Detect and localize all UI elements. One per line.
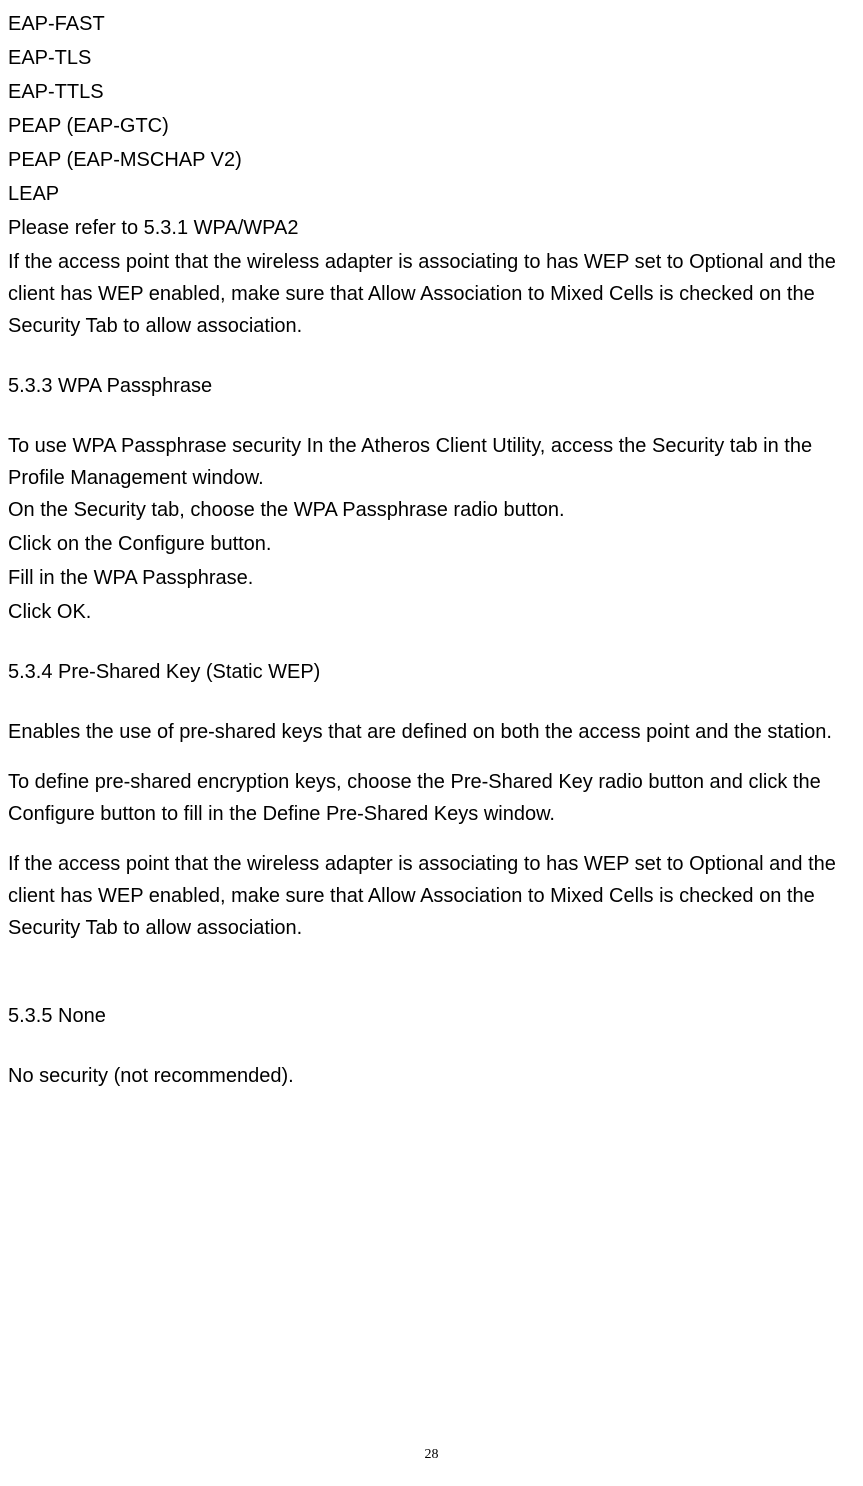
text-line: On the Security tab, choose the WPA Pass… [8, 494, 855, 526]
text-paragraph: To define pre-shared encryption keys, ch… [8, 766, 855, 830]
text-line: EAP-FAST [8, 8, 855, 40]
text-line: Please refer to 5.3.1 WPA/WPA2 [8, 212, 855, 244]
spacer [8, 944, 855, 972]
text-line: EAP-TTLS [8, 76, 855, 108]
document-content: EAP-FAST EAP-TLS EAP-TTLS PEAP (EAP-GTC)… [8, 8, 855, 1092]
section-heading-533: 5.3.3 WPA Passphrase [8, 370, 855, 402]
section-heading-535: 5.3.5 None [8, 1000, 855, 1032]
spacer [8, 748, 855, 766]
section-heading-534: 5.3.4 Pre-Shared Key (Static WEP) [8, 656, 855, 688]
text-line: PEAP (EAP-GTC) [8, 110, 855, 142]
text-paragraph: To use WPA Passphrase security In the At… [8, 430, 855, 494]
text-line: EAP-TLS [8, 42, 855, 74]
text-line: Click on the Configure button. [8, 528, 855, 560]
text-line: Fill in the WPA Passphrase. [8, 562, 855, 594]
text-line: PEAP (EAP-MSCHAP V2) [8, 144, 855, 176]
text-paragraph: Enables the use of pre-shared keys that … [8, 716, 855, 748]
text-line: LEAP [8, 178, 855, 210]
text-line: Click OK. [8, 596, 855, 628]
page-number: 28 [425, 1444, 439, 1466]
text-paragraph: No security (not recommended). [8, 1060, 855, 1092]
text-paragraph: If the access point that the wireless ad… [8, 246, 855, 342]
text-paragraph: If the access point that the wireless ad… [8, 848, 855, 944]
spacer [8, 830, 855, 848]
